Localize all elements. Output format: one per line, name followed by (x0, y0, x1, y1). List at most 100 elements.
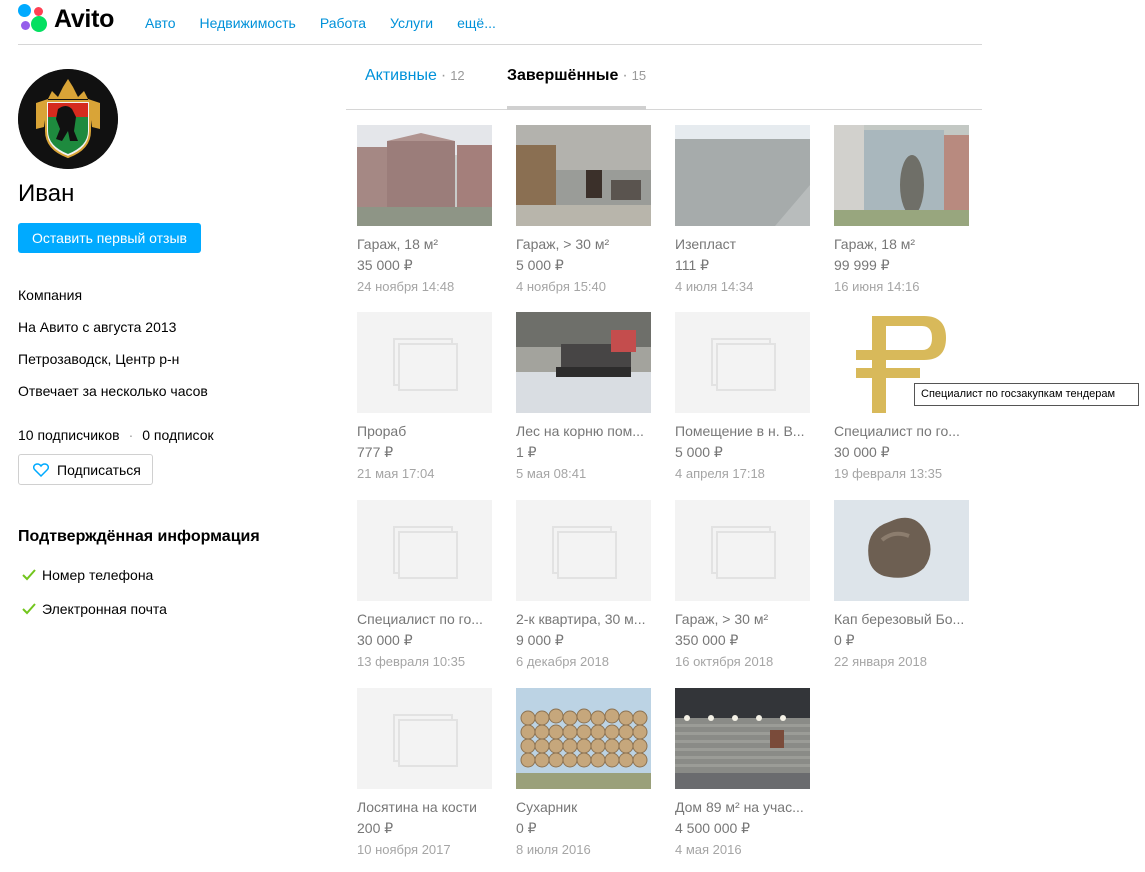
leave-review-button[interactable]: Оставить первый отзыв (18, 223, 201, 253)
listing-price: 9 000 ₽ (516, 632, 564, 648)
heart-icon (33, 462, 49, 477)
image-placeholder-icon (711, 338, 776, 391)
nav-more[interactable]: ещё... (457, 15, 496, 31)
listing-price: 99 999 ₽ (834, 257, 890, 273)
listing-price: 111 ₽ (675, 257, 710, 273)
listing-title[interactable]: 2-к квартира, 30 м... (516, 611, 651, 627)
listing-photo[interactable] (834, 125, 969, 226)
coat-of-arms-icon (18, 69, 118, 169)
listing-title[interactable]: Специалист по го... (357, 611, 492, 627)
listing-title[interactable]: Гараж, > 30 м² (675, 611, 810, 627)
listing-title[interactable]: Помещение в н. В... (675, 423, 810, 439)
separator-dot: · (128, 427, 134, 443)
listing-title[interactable]: Сухарник (516, 799, 651, 815)
listing-date: 16 октября 2018 (675, 654, 774, 669)
listing-date: 13 февраля 10:35 (357, 654, 466, 669)
listing-date: 5 мая 08:41 (516, 466, 587, 481)
listing-card[interactable]: Помещение в н. В... 5 000 ₽ 4 апреля 17:… (675, 312, 810, 481)
photo-placeholder[interactable] (675, 312, 810, 413)
listing-card[interactable]: Гараж, 18 м² 99 999 ₽ 16 июня 14:16 (834, 125, 969, 294)
listing-card[interactable]: Гараж, > 30 м² 350 000 ₽ 16 октября 2018 (675, 500, 810, 669)
listing-card[interactable]: Лосятина на кости 200 ₽ 10 ноября 2017 (357, 688, 492, 857)
top-header: Avito Авто Недвижимость Работа Услуги ещ… (18, 0, 982, 45)
listing-card[interactable]: Сухарник 0 ₽ 8 июля 2016 (516, 688, 651, 857)
nav-services[interactable]: Услуги (390, 15, 433, 31)
image-placeholder-icon (711, 526, 776, 579)
verified-phone-label: Номер телефона (42, 567, 154, 583)
listing-title[interactable]: Лосятина на кости (357, 799, 492, 815)
listing-price: 30 000 ₽ (834, 444, 890, 460)
subscriptions-count[interactable]: 0 подписок (142, 427, 213, 443)
listing-card[interactable]: Лес на корню пом... 1 ₽ 5 мая 08:41 (516, 312, 651, 481)
subscribers-count[interactable]: 10 подписчиков (18, 427, 120, 443)
listing-title[interactable]: Специалист по го... (834, 423, 969, 439)
image-placeholder-icon (393, 714, 458, 767)
listing-date: 4 июля 14:34 (675, 279, 754, 294)
nav-auto[interactable]: Авто (145, 15, 176, 31)
listing-card[interactable]: Специалист по го... 30 000 ₽ 13 февраля … (357, 500, 492, 669)
listing-photo[interactable] (675, 688, 810, 789)
listing-title[interactable]: Дом 89 м² на учас... (675, 799, 810, 815)
avatar (18, 69, 118, 169)
photo-placeholder[interactable] (357, 312, 492, 413)
listing-price: 200 ₽ (357, 820, 394, 836)
tab-active[interactable]: Активные · 12 (365, 67, 465, 110)
listing-price: 350 000 ₽ (675, 632, 739, 648)
listing-date: 4 мая 2016 (675, 842, 742, 857)
listing-title[interactable]: Лес на корню пом... (516, 423, 651, 439)
listing-title[interactable]: Гараж, 18 м² (834, 236, 969, 252)
tab-completed[interactable]: Завершённые · 15 (507, 67, 647, 110)
verified-email: Электронная почта (22, 601, 167, 617)
listing-price: 4 500 000 ₽ (675, 820, 751, 836)
tab-active-label: Активные (365, 67, 437, 84)
listing-price: 0 ₽ (834, 632, 855, 648)
listing-price: 5 000 ₽ (675, 444, 723, 460)
listing-title[interactable]: Гараж, 18 м² (357, 236, 492, 252)
profile-response-time: Отвечает за несколько часов (18, 383, 208, 399)
listing-photo[interactable] (516, 312, 651, 413)
listing-photo[interactable] (357, 125, 492, 226)
listing-card[interactable]: Кап березовый Бо... 0 ₽ 22 января 2018 (834, 500, 969, 669)
listing-card[interactable]: 2-к квартира, 30 м... 9 000 ₽ 6 декабря … (516, 500, 651, 669)
tab-completed-count: 15 (631, 68, 647, 83)
avito-logo[interactable]: Avito (18, 4, 114, 34)
listing-title[interactable]: Гараж, > 30 м² (516, 236, 651, 252)
listing-photo[interactable] (834, 500, 969, 601)
subscribe-button[interactable]: Подписаться (18, 454, 153, 485)
listing-card[interactable]: Дом 89 м² на учас... 4 500 000 ₽ 4 мая 2… (675, 688, 810, 857)
nav-jobs[interactable]: Работа (320, 15, 366, 31)
photo-placeholder[interactable] (357, 688, 492, 789)
title-tooltip: Специалист по госзакупкам тендерам (914, 383, 1139, 406)
listing-card[interactable]: Изепласт 111 ₽ 4 июля 14:34 (675, 125, 810, 294)
listing-card[interactable]: Гараж, 18 м² 35 000 ₽ 24 ноября 14:48 (357, 125, 492, 294)
listing-card[interactable]: Прораб 777 ₽ 21 мая 17:04 (357, 312, 492, 481)
listing-price: 1 ₽ (516, 444, 537, 460)
listing-date: 22 января 2018 (834, 654, 927, 669)
listing-date: 24 ноября 14:48 (357, 279, 455, 294)
image-placeholder-icon (393, 338, 458, 391)
check-icon (22, 603, 36, 615)
photo-placeholder[interactable] (675, 500, 810, 601)
listing-title[interactable]: Изепласт (675, 236, 810, 252)
verified-info-title: Подтверждённая информация (18, 528, 260, 545)
logo-dots-icon (18, 4, 48, 34)
tab-active-count: 12 (450, 68, 465, 83)
listing-price: 35 000 ₽ (357, 257, 413, 273)
listing-photo[interactable] (675, 125, 810, 226)
photo-placeholder[interactable] (516, 500, 651, 601)
listing-date: 16 июня 14:16 (834, 279, 920, 294)
verified-phone: Номер телефона (22, 567, 153, 583)
listing-price: 5 000 ₽ (516, 257, 564, 273)
nav-realty[interactable]: Недвижимость (200, 15, 296, 31)
photo-placeholder[interactable] (357, 500, 492, 601)
listing-photo[interactable] (516, 125, 651, 226)
listing-card[interactable]: Гараж, > 30 м² 5 000 ₽ 4 ноября 15:40 (516, 125, 651, 294)
listing-title[interactable]: Прораб (357, 423, 492, 439)
listing-price: 777 ₽ (357, 444, 394, 460)
listing-title[interactable]: Кап березовый Бо... (834, 611, 969, 627)
listing-date: 6 декабря 2018 (516, 654, 609, 669)
verified-email-label: Электронная почта (42, 601, 167, 617)
logo-text: Avito (54, 4, 115, 33)
listing-photo[interactable] (516, 688, 651, 789)
profile-name: Иван (18, 180, 75, 207)
